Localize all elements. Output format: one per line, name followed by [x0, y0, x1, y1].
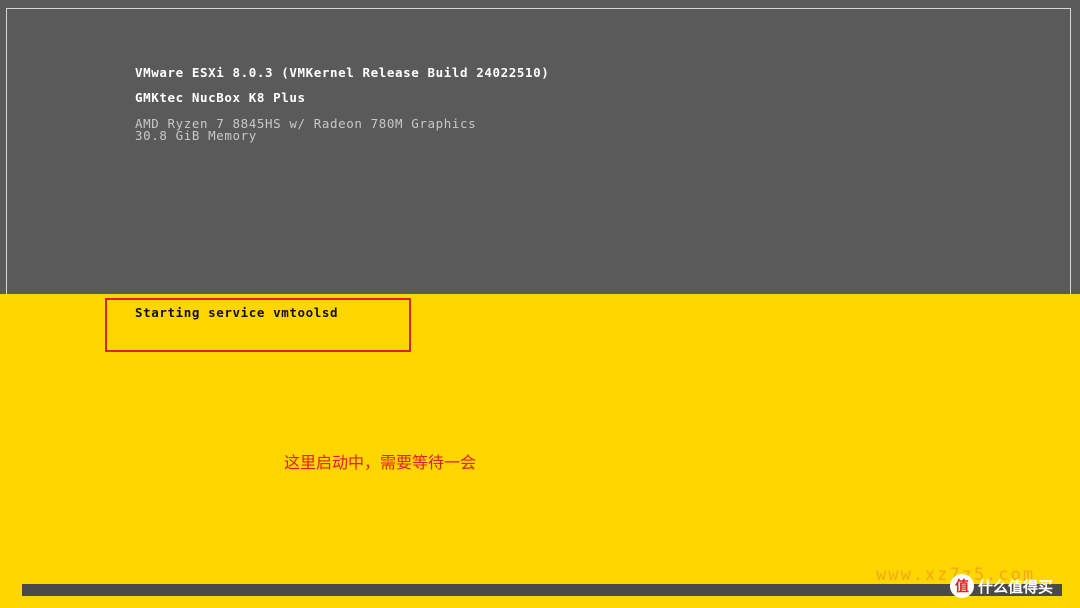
brand-logo-icon: 值: [950, 574, 974, 598]
status-highlight-box: [105, 298, 411, 352]
memory-info-line: 30.8 GiB Memory: [135, 128, 257, 143]
annotation-text: 这里启动中，需要等待一会: [284, 453, 477, 472]
boot-progress-bar: [22, 584, 1062, 596]
esxi-version-line: VMware ESXi 8.0.3 (VMKernel Release Buil…: [135, 65, 550, 80]
watermark-brand: 值 什么值得买: [950, 572, 1053, 600]
info-panel-frame: [6, 8, 1071, 308]
boot-progress-fill: [22, 584, 1062, 596]
hardware-model-line: GMKtec NucBox K8 Plus: [135, 90, 306, 105]
esxi-boot-screen: VMware ESXi 8.0.3 (VMKernel Release Buil…: [0, 0, 1080, 608]
brand-name: 什么值得买: [978, 577, 1054, 596]
